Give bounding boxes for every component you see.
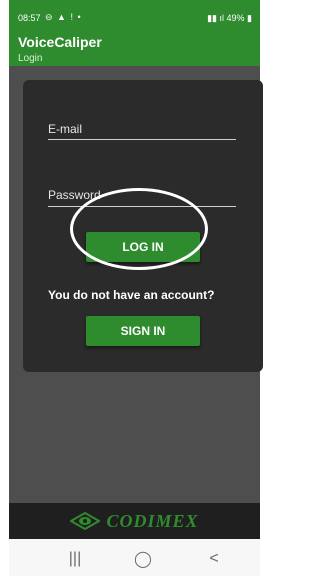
login-button[interactable]: LOG IN [86, 232, 200, 262]
app-bar: VoiceCaliper Login [9, 30, 260, 66]
codimex-logo: CODIMEX [70, 511, 198, 532]
footer-bar: CODIMEX [9, 503, 260, 539]
status-bar: 08:57 ⊖ ▲ ! • ▮▮ ıl 49% ▮ [9, 0, 260, 30]
notification-icons: ⊖ ▲ ! • [45, 12, 82, 22]
no-account-text: You do not have an account? [48, 288, 215, 302]
codimex-diamond-icon [70, 512, 101, 530]
home-icon[interactable]: ◯ [133, 549, 153, 569]
status-time: 08:57 [18, 13, 41, 23]
recent-apps-icon[interactable]: ||| [65, 549, 85, 569]
password-field[interactable] [48, 206, 236, 207]
status-right: ▮▮ ıl 49% ▮ [207, 13, 252, 24]
email-field[interactable] [48, 139, 236, 140]
back-icon[interactable]: < [204, 549, 224, 569]
system-nav-bar: ||| ◯ < [9, 539, 260, 576]
battery-percent: 49% [226, 13, 245, 23]
app-subtitle: Login [18, 53, 43, 64]
battery-icon: ▮ [247, 13, 252, 23]
signin-button[interactable]: SIGN IN [86, 316, 200, 346]
brand-text: CODIMEX [106, 510, 199, 531]
app-title: VoiceCaliper [18, 34, 102, 50]
signal-icon: ▮▮ ıl [207, 13, 224, 23]
email-label: E-mail [48, 122, 83, 136]
password-label: Password [48, 188, 101, 202]
